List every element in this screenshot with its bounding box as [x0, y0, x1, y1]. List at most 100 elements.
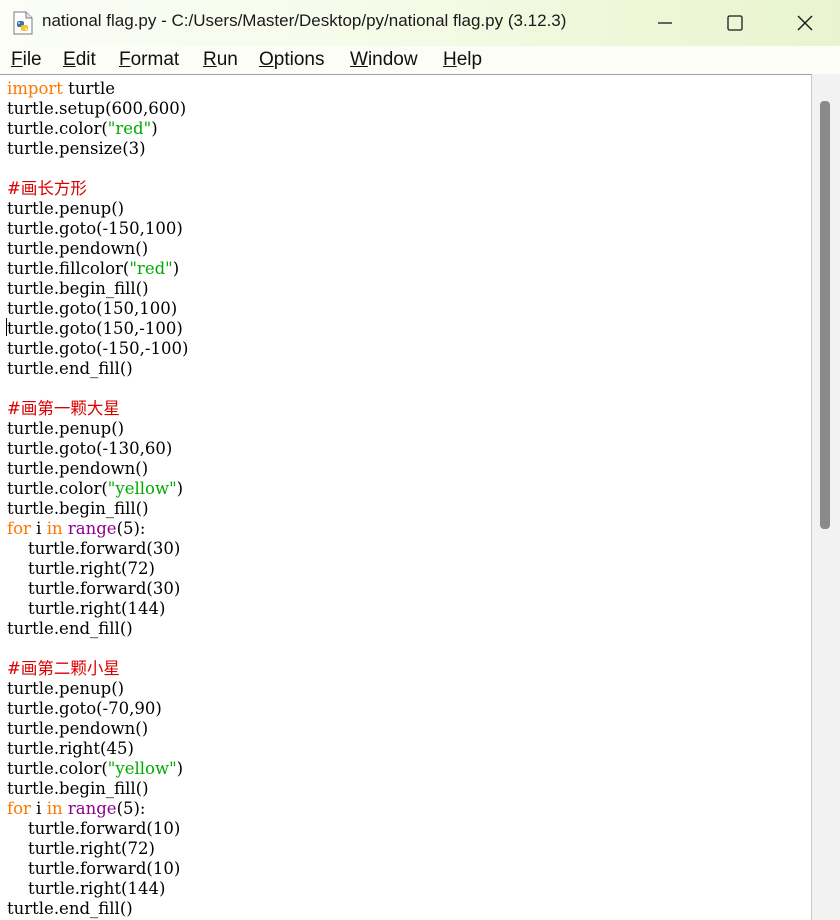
code-line[interactable]: turtle.begin_fill()	[7, 499, 807, 519]
code-token: turtle.color(	[7, 119, 108, 138]
python-file-icon	[12, 11, 34, 35]
keyword-token: import	[7, 79, 63, 98]
code-line[interactable]: turtle.forward(10)	[7, 819, 807, 839]
string-token: "yellow"	[107, 759, 177, 778]
code-token: turtle.penup()	[7, 199, 125, 218]
keyword-token: in	[46, 799, 63, 818]
code-line[interactable]: turtle.fillcolor("red")	[7, 259, 807, 279]
menu-help[interactable]: Help	[443, 49, 482, 71]
comment-token: #画第一颗大星	[7, 399, 120, 418]
code-token: turtle.forward(10)	[7, 819, 181, 838]
text-cursor	[6, 318, 7, 336]
code-line[interactable]: for i in range(5):	[7, 519, 807, 539]
code-token: turtle.right(72)	[7, 839, 155, 858]
close-button[interactable]	[770, 0, 840, 46]
code-token: (5):	[116, 519, 146, 538]
code-token: i	[30, 799, 47, 818]
code-token: (5):	[116, 799, 146, 818]
string-token: "yellow"	[107, 479, 177, 498]
code-line[interactable]: turtle.right(144)	[7, 599, 807, 619]
code-token: turtle.pendown()	[7, 719, 149, 738]
code-token: )	[176, 759, 184, 778]
code-line[interactable]: turtle.end_fill()	[7, 619, 807, 639]
code-line[interactable]: turtle.forward(30)	[7, 539, 807, 559]
code-line[interactable]: turtle.right(72)	[7, 839, 807, 859]
code-token: turtle.end_fill()	[7, 359, 133, 378]
code-token: turtle.color(	[7, 759, 108, 778]
code-line[interactable]: turtle.right(72)	[7, 559, 807, 579]
menu-bar: File Edit Format Run Options Window Help	[0, 46, 840, 74]
comment-token: #画长方形	[7, 179, 87, 198]
code-line[interactable]: turtle.goto(-150,100)	[7, 219, 807, 239]
code-line[interactable]: turtle.goto(-150,-100)	[7, 339, 807, 359]
code-line[interactable]: turtle.begin_fill()	[7, 779, 807, 799]
code-token: turtle.goto(-150,-100)	[7, 339, 189, 358]
menu-format[interactable]: Format	[119, 49, 179, 71]
code-line[interactable]: turtle.begin_fill()	[7, 279, 807, 299]
code-text[interactable]: import turtle turtle.setup(600,600) turtle…	[7, 79, 807, 919]
code-token: turtle.end_fill()	[7, 619, 133, 638]
window-title: national flag.py - C:/Users/Master/Deskt…	[42, 11, 567, 30]
code-token: turtle.goto(-150,100)	[7, 219, 183, 238]
code-line[interactable]	[7, 379, 807, 399]
code-line[interactable]: turtle.pendown()	[7, 459, 807, 479]
code-line[interactable]: turtle.end_fill()	[7, 899, 807, 919]
string-token: "red"	[129, 259, 173, 278]
code-line[interactable]: turtle.penup()	[7, 679, 807, 699]
scrollbar-thumb[interactable]	[820, 101, 830, 529]
code-line[interactable]: turtle.pensize(3)	[7, 139, 807, 159]
code-line[interactable]: turtle.goto(150,-100)	[7, 319, 807, 339]
comment-token: #画第二颗小星	[7, 659, 120, 678]
code-line[interactable]: #画第一颗大星	[7, 399, 807, 419]
code-token: turtle.penup()	[7, 419, 125, 438]
code-line[interactable]: #画长方形	[7, 179, 807, 199]
title-bar: national flag.py - C:/Users/Master/Deskt…	[0, 0, 840, 46]
code-token: turtle.setup(600,600)	[7, 99, 187, 118]
code-token: turtle.forward(30)	[7, 579, 181, 598]
code-line[interactable]: turtle.goto(-70,90)	[7, 699, 807, 719]
code-line[interactable]: turtle.forward(30)	[7, 579, 807, 599]
code-line[interactable]: turtle.color("red")	[7, 119, 807, 139]
code-line[interactable]: turtle.setup(600,600)	[7, 99, 807, 119]
builtin-token: range	[67, 799, 117, 818]
code-token: turtle.goto(-70,90)	[7, 699, 162, 718]
code-token: turtle.begin_fill()	[7, 279, 149, 298]
code-token: turtle.right(45)	[7, 739, 134, 758]
minimize-button[interactable]	[630, 0, 700, 46]
maximize-icon	[727, 15, 743, 31]
keyword-token: for	[7, 799, 31, 818]
code-line[interactable]: turtle.forward(10)	[7, 859, 807, 879]
maximize-button[interactable]	[700, 0, 770, 46]
menu-options[interactable]: Options	[259, 49, 324, 71]
menu-window[interactable]: Window	[350, 49, 418, 71]
code-line[interactable]: turtle.penup()	[7, 199, 807, 219]
code-line[interactable]: turtle.end_fill()	[7, 359, 807, 379]
menu-run[interactable]: Run	[203, 49, 238, 71]
code-line[interactable]: turtle.pendown()	[7, 239, 807, 259]
code-line[interactable]: turtle.goto(150,100)	[7, 299, 807, 319]
code-token: turtle.fillcolor(	[7, 259, 130, 278]
code-line[interactable]: #画第二颗小星	[7, 659, 807, 679]
code-line[interactable]: import turtle	[7, 79, 807, 99]
code-line[interactable]	[7, 159, 807, 179]
code-line[interactable]: turtle.right(45)	[7, 739, 807, 759]
code-line[interactable]: turtle.penup()	[7, 419, 807, 439]
code-token: turtle.begin_fill()	[7, 779, 149, 798]
code-token: turtle.goto(150,-100)	[7, 319, 183, 338]
code-token: turtle.right(144)	[7, 599, 166, 618]
code-token: turtle.begin_fill()	[7, 499, 149, 518]
code-token: turtle.penup()	[7, 679, 125, 698]
code-line[interactable]: turtle.color("yellow")	[7, 479, 807, 499]
code-token: turtle.pensize(3)	[7, 139, 146, 158]
code-line[interactable]: turtle.pendown()	[7, 719, 807, 739]
code-token: turtle.forward(10)	[7, 859, 181, 878]
code-line[interactable]: turtle.goto(-130,60)	[7, 439, 807, 459]
code-line[interactable]	[7, 639, 807, 659]
menu-file[interactable]: File	[11, 49, 42, 71]
string-token: "red"	[107, 119, 152, 138]
code-line[interactable]: for i in range(5):	[7, 799, 807, 819]
code-line[interactable]: turtle.color("yellow")	[7, 759, 807, 779]
menu-edit[interactable]: Edit	[63, 49, 96, 71]
close-icon	[797, 15, 813, 31]
code-line[interactable]: turtle.right(144)	[7, 879, 807, 899]
